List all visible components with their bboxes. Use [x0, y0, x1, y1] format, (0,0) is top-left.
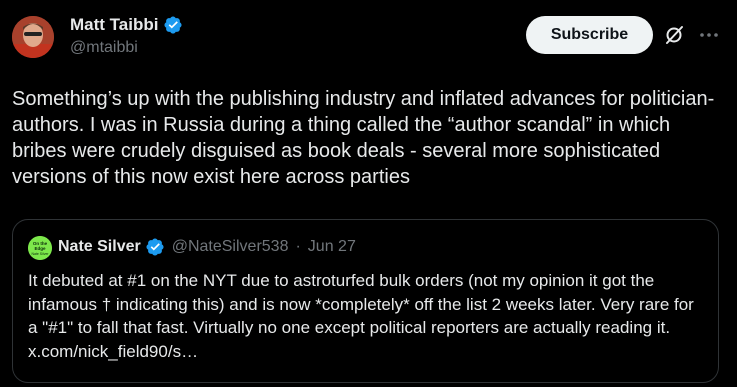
quoted-author-handle[interactable]: @NateSilver538: [172, 238, 289, 256]
quoted-tweet-text: It debuted at #1 on the NYT due to astro…: [28, 271, 694, 361]
quoted-tweet-header: Nate Silver @NateSilver538 · Jun 27: [58, 237, 356, 257]
quoted-tweet[interactable]: On the Edge Nate Silver Nate Silver @Nat…: [12, 219, 719, 383]
verified-badge-icon[interactable]: [145, 237, 165, 257]
grok-slash-icon[interactable]: [662, 23, 686, 47]
ellipsis-icon[interactable]: [697, 23, 721, 47]
verified-badge-icon[interactable]: [163, 15, 183, 35]
subscribe-button[interactable]: Subscribe: [526, 16, 653, 54]
meta-separator: ·: [295, 238, 301, 255]
tweet-text: Something’s up with the publishing indus…: [12, 88, 715, 188]
author-handle[interactable]: @mtaibbi: [70, 39, 183, 57]
author-info: Matt Taibbi @mtaibbi: [70, 15, 183, 57]
svg-text:Edge: Edge: [34, 246, 45, 251]
svg-text:Nate Silver: Nate Silver: [31, 252, 49, 256]
quoted-tweet-date[interactable]: Jun 27: [308, 238, 356, 256]
author-name[interactable]: Matt Taibbi: [70, 15, 158, 35]
quoted-author-avatar[interactable]: On the Edge Nate Silver: [28, 236, 52, 260]
quoted-author-name[interactable]: Nate Silver: [58, 238, 141, 256]
author-avatar[interactable]: [12, 16, 54, 58]
